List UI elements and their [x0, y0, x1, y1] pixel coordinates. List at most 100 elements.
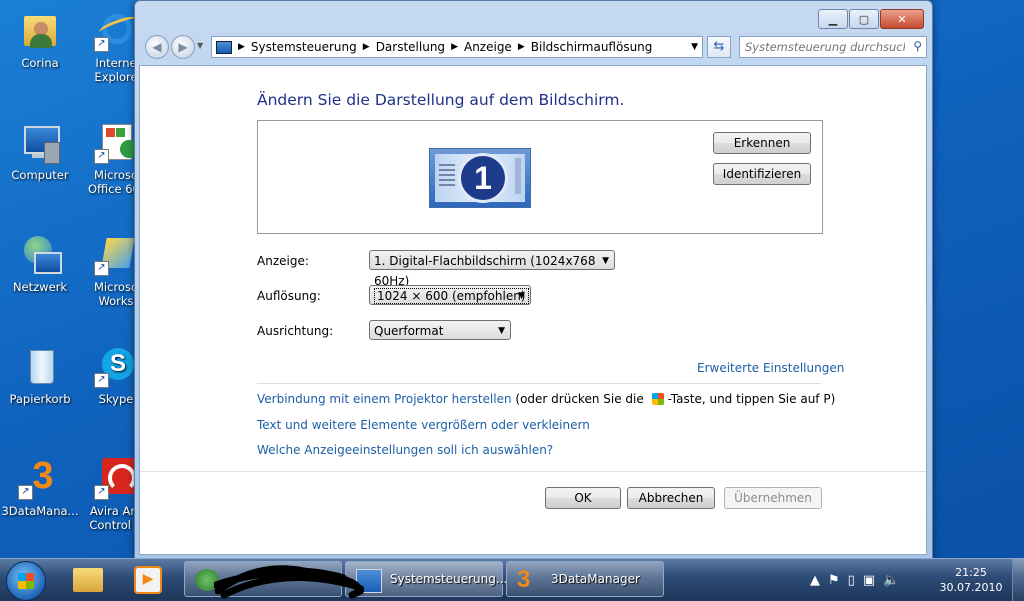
shortcut-arrow-icon: ↗	[94, 149, 109, 164]
avira-icon: ↗	[94, 456, 138, 500]
shortcut-arrow-icon: ↗	[18, 485, 33, 500]
taskbar: ▶ Systemsteuerung... 3 3DataManager ▲ ⚑ …	[0, 558, 1024, 601]
refresh-icon: ⇆	[713, 39, 725, 54]
shortcut-arrow-icon: ↗	[94, 261, 109, 276]
detect-button[interactable]: Erkennen	[713, 132, 811, 154]
window-caption-buttons: ▁ ▢ ✕	[817, 9, 924, 29]
media-player-icon: ▶	[134, 566, 162, 594]
breadcrumb-separator-icon[interactable]: ▶	[363, 42, 370, 52]
projector-line: Verbindung mit einem Projektor herstelle…	[257, 392, 835, 406]
orientation-select-value: Querformat	[374, 324, 444, 338]
desktop-icon-computer[interactable]: Computer	[0, 120, 80, 182]
show-hidden-icons-icon[interactable]: ▲	[810, 573, 820, 588]
display-select[interactable]: 1. Digital-Flachbildschirm (1024x768 60H…	[369, 250, 615, 288]
divider	[257, 383, 821, 384]
search-input[interactable]	[740, 37, 907, 57]
close-button[interactable]: ✕	[880, 9, 924, 29]
orientation-select[interactable]: Querformat ▼	[369, 320, 511, 340]
task-3datamanager[interactable]: 3 3DataManager	[506, 561, 664, 597]
breadcrumb-separator-icon: ▶	[238, 42, 245, 52]
breadcrumb-item[interactable]: Bildschirmauflösung	[531, 40, 653, 54]
skype-icon: S ↗	[94, 344, 138, 388]
chevron-down-icon: ▼	[518, 291, 525, 301]
resolution-select[interactable]: 1024 × 600 (empfohlen) ▼	[369, 285, 531, 305]
user-folder-icon	[18, 8, 62, 52]
pinned-explorer[interactable]	[64, 562, 112, 598]
start-button[interactable]	[6, 561, 46, 601]
desktop-icon-label: Computer	[11, 168, 69, 182]
desktop-icon-label: Corina	[21, 56, 59, 70]
display-select-value: 1. Digital-Flachbildschirm (1024x768 60H…	[374, 254, 596, 288]
control-panel-icon	[216, 40, 232, 54]
forward-button[interactable]: ▶	[171, 35, 195, 59]
task-control-panel[interactable]: Systemsteuerung...	[345, 561, 507, 597]
apply-button[interactable]: Übernehmen	[724, 487, 822, 509]
chevron-down-icon: ▼	[498, 326, 505, 336]
system-tray: ▲ ⚑ ▯ ▣ 🔈	[810, 559, 907, 601]
identify-button[interactable]: Identifizieren	[713, 163, 811, 185]
task-label: 3DataManager	[551, 572, 640, 586]
battery-icon[interactable]: ▯	[848, 573, 855, 588]
minimize-icon: ▁	[828, 12, 838, 26]
projector-link[interactable]: Verbindung mit einem Projektor herstelle…	[257, 392, 512, 406]
desktop-icon-papierkorb[interactable]: Papierkorb	[0, 344, 80, 406]
text-size-link[interactable]: Text und weitere Elemente vergrößern ode…	[257, 418, 590, 432]
advanced-settings-link[interactable]: Erweiterte Einstellungen	[697, 361, 844, 375]
3datamanager-icon: 3 ↗	[18, 456, 62, 500]
search-icon[interactable]: ⚲	[913, 39, 922, 53]
cancel-button[interactable]: Abbrechen	[627, 487, 715, 509]
maximize-button[interactable]: ▢	[849, 9, 879, 29]
action-center-flag-icon[interactable]: ⚑	[828, 573, 840, 588]
breadcrumb-separator-icon[interactable]: ▶	[451, 42, 458, 52]
clock-time: 21:25	[955, 566, 987, 579]
microsoft-office-icon: ↗	[94, 120, 138, 164]
shortcut-arrow-icon: ↗	[94, 37, 109, 52]
footer-divider	[140, 471, 926, 472]
chevron-down-icon: ▼	[602, 256, 609, 266]
which-settings-link[interactable]: Welche Anzeigeeinstellungen soll ich aus…	[257, 443, 553, 457]
breadcrumb-item[interactable]: Systemsteuerung	[251, 40, 357, 54]
desktop-icon-label: Netzwerk	[12, 280, 68, 294]
orientation-label: Ausrichtung:	[257, 324, 334, 338]
redaction-scribble	[214, 565, 364, 599]
minimize-button[interactable]: ▁	[818, 9, 848, 29]
address-bar[interactable]: ▶ Systemsteuerung ▶ Darstellung ▶ Anzeig…	[211, 36, 703, 58]
recent-pages-dropdown-icon[interactable]: ▼	[197, 41, 203, 50]
monitor-1-preview[interactable]: 1	[429, 148, 531, 208]
back-button[interactable]: ◀	[145, 35, 169, 59]
network-status-icon[interactable]: ▣	[863, 573, 875, 588]
display-label: Anzeige:	[257, 254, 309, 268]
recycle-bin-icon	[18, 344, 62, 388]
monitor-preview-area: 1 Erkennen Identifizieren	[257, 120, 823, 234]
network-icon	[18, 232, 62, 276]
resolution-select-value: 1024 × 600 (empfohlen)	[374, 288, 529, 304]
projector-hint: (oder drücken Sie die	[515, 392, 644, 406]
back-arrow-icon: ◀	[152, 40, 162, 54]
desktop-icon-corina[interactable]: Corina	[0, 8, 80, 70]
navigation-bar: ◀ ▶ ▼ ▶ Systemsteuerung ▶ Darstellung ▶ …	[141, 33, 927, 61]
volume-muted-icon[interactable]: 🔈	[883, 573, 899, 588]
breadcrumb-separator-icon[interactable]: ▶	[518, 42, 525, 52]
task-label: Systemsteuerung...	[390, 572, 508, 586]
desktop-icon-netzwerk[interactable]: Netzwerk	[0, 232, 80, 294]
shortcut-arrow-icon: ↗	[94, 485, 109, 500]
search-box[interactable]: ⚲	[739, 36, 927, 58]
address-dropdown-icon[interactable]: ▼	[691, 42, 698, 52]
projector-hint-suffix: -Taste, und tippen Sie auf P)	[667, 392, 836, 406]
resolution-label: Auflösung:	[257, 289, 321, 303]
pinned-media-player[interactable]: ▶	[124, 562, 172, 598]
close-icon: ✕	[897, 12, 907, 26]
desktop-icon-3datamanager[interactable]: 3 ↗ 3DataMana...	[0, 456, 80, 518]
control-panel-window[interactable]: ▁ ▢ ✕ ◀ ▶ ▼ ▶ Systemsteuerung ▶ Darstell…	[134, 0, 933, 560]
microsoft-works-icon: ↗	[94, 232, 138, 276]
refresh-button[interactable]: ⇆	[707, 36, 731, 58]
show-desktop-button[interactable]	[1012, 559, 1024, 601]
page-title: Ändern Sie die Darstellung auf dem Bilds…	[257, 91, 625, 109]
breadcrumb-item[interactable]: Darstellung	[376, 40, 445, 54]
breadcrumb-item[interactable]: Anzeige	[464, 40, 512, 54]
ok-button[interactable]: OK	[545, 487, 621, 509]
forward-arrow-icon: ▶	[178, 40, 188, 54]
windows-key-icon	[651, 393, 664, 405]
folder-icon	[73, 568, 103, 592]
system-clock[interactable]: 21:25 30.07.2010	[936, 565, 1006, 595]
